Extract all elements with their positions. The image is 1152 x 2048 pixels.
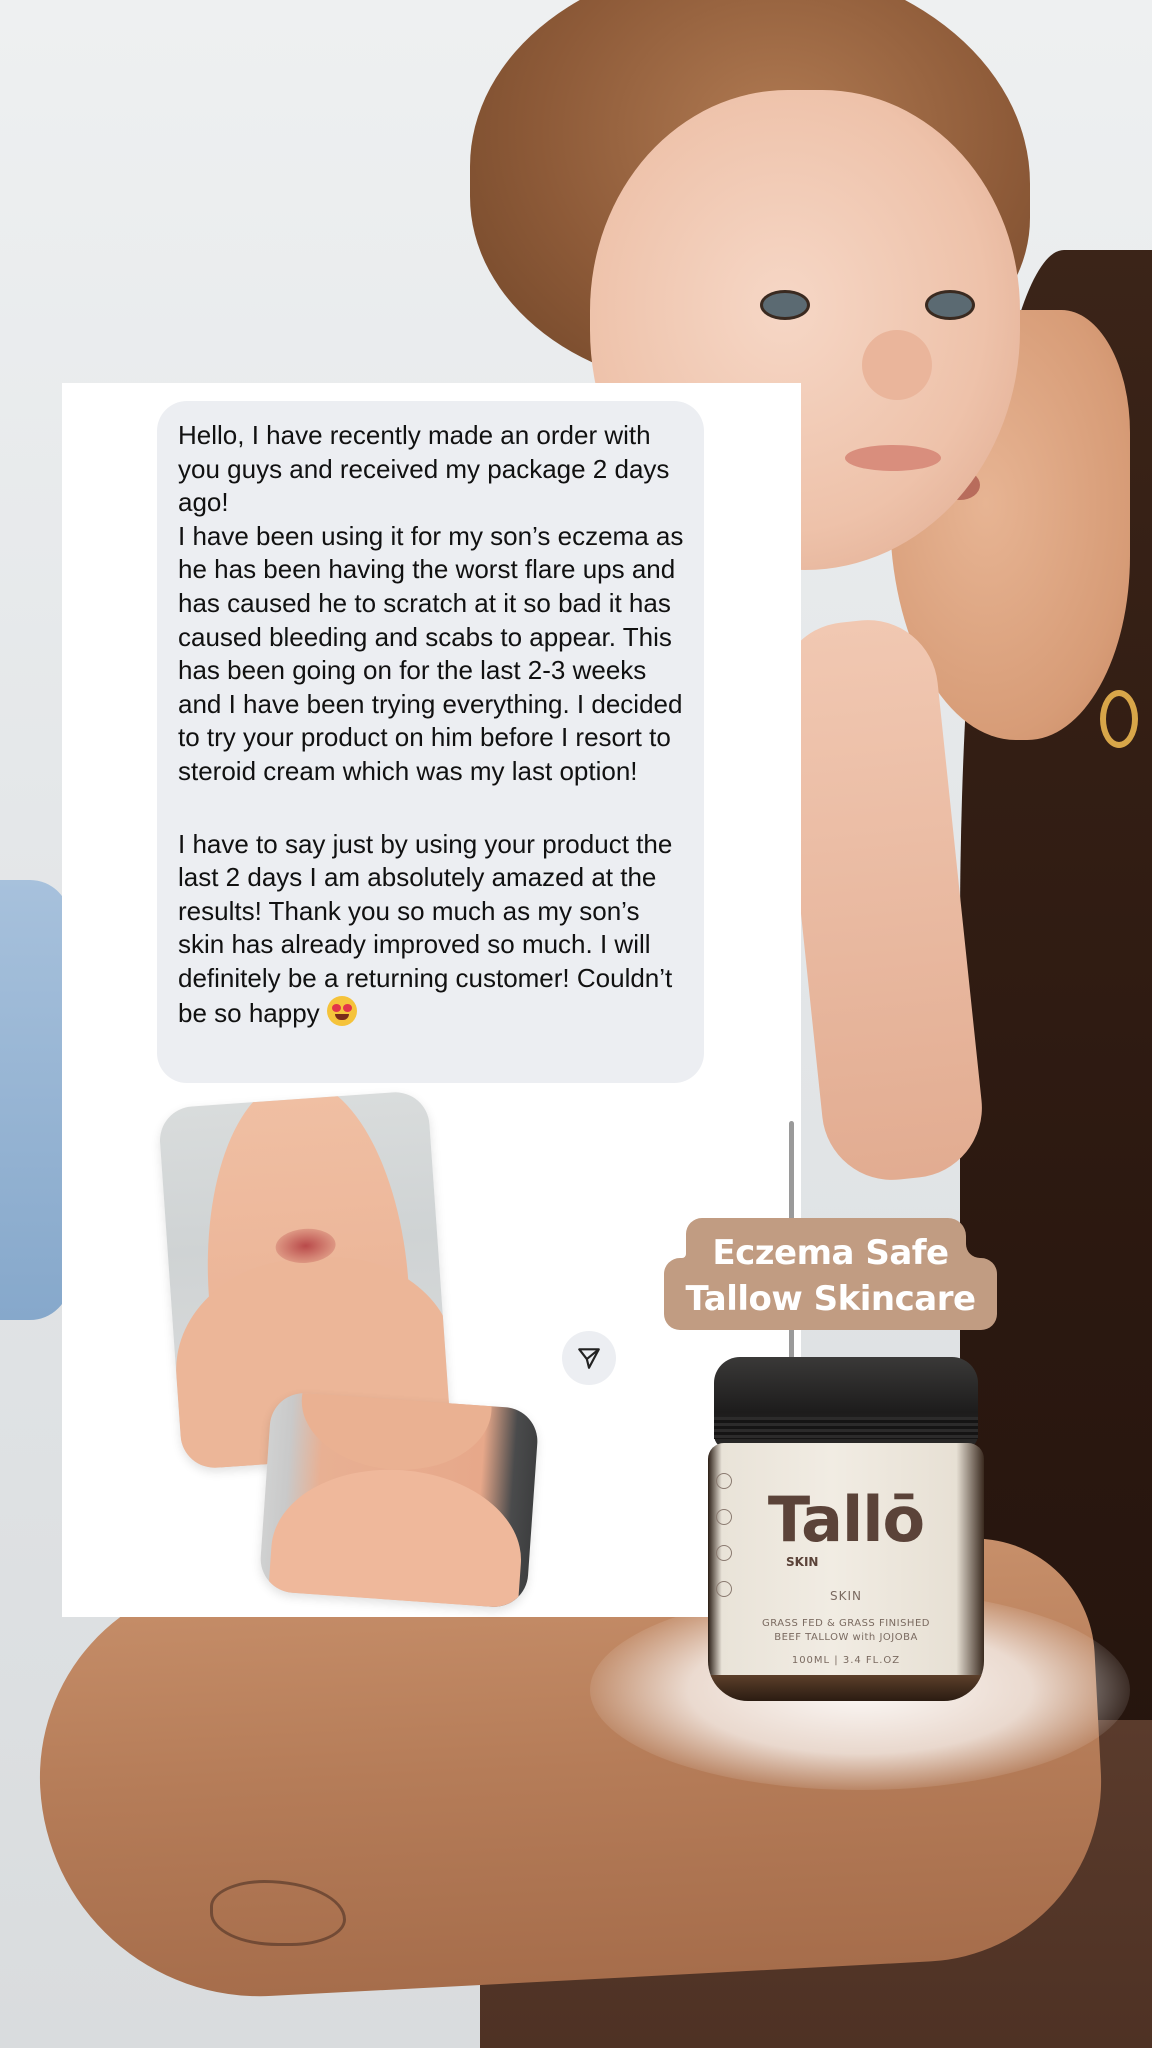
child-shirt (0, 880, 70, 1320)
product-jar: Tallō SKIN SKIN GRASS FED & GRASS FINISH… (708, 1357, 984, 1701)
badge-line-1: Eczema Safe (712, 1233, 949, 1273)
message-card: Hello, I have recently made an order wit… (62, 383, 801, 1617)
product-skin-label: SKIN (829, 1589, 862, 1603)
child-eye-left (760, 290, 810, 320)
message-paragraph-3: I have to say just by using your product… (178, 828, 686, 1031)
message-bubble: Hello, I have recently made an order wit… (157, 401, 704, 1083)
message-paragraph-3-text: I have to say just by using your product… (178, 828, 673, 1028)
eczema-safe-badge: Eczema Safe Tallow Skincare (664, 1218, 997, 1330)
heart-eyes-emoji (326, 995, 357, 1026)
attached-photo-after[interactable] (258, 1390, 540, 1610)
send-icon (578, 1348, 600, 1369)
badge-line-2: Tallow Skincare (685, 1279, 976, 1319)
product-volume: 100ML | 3.4 FL.OZ (791, 1655, 901, 1666)
product-description: GRASS FED & GRASS FINISHED BEEF TALLOW w… (762, 1618, 930, 1643)
product-brand: Tallō (767, 1483, 925, 1556)
child-mouth (845, 445, 941, 471)
message-paragraph-1: Hello, I have recently made an order wit… (178, 420, 670, 518)
message-paragraph-2: I have been using it for my son’s eczema… (178, 520, 684, 786)
send-button[interactable] (562, 1331, 616, 1385)
child-nose (862, 330, 932, 400)
earring (1100, 690, 1138, 748)
child-eye-right (925, 290, 975, 320)
product-brand-sub: SKIN (786, 1555, 819, 1569)
jar-label: Tallō SKIN SKIN GRASS FED & GRASS FINISH… (708, 1443, 984, 1701)
